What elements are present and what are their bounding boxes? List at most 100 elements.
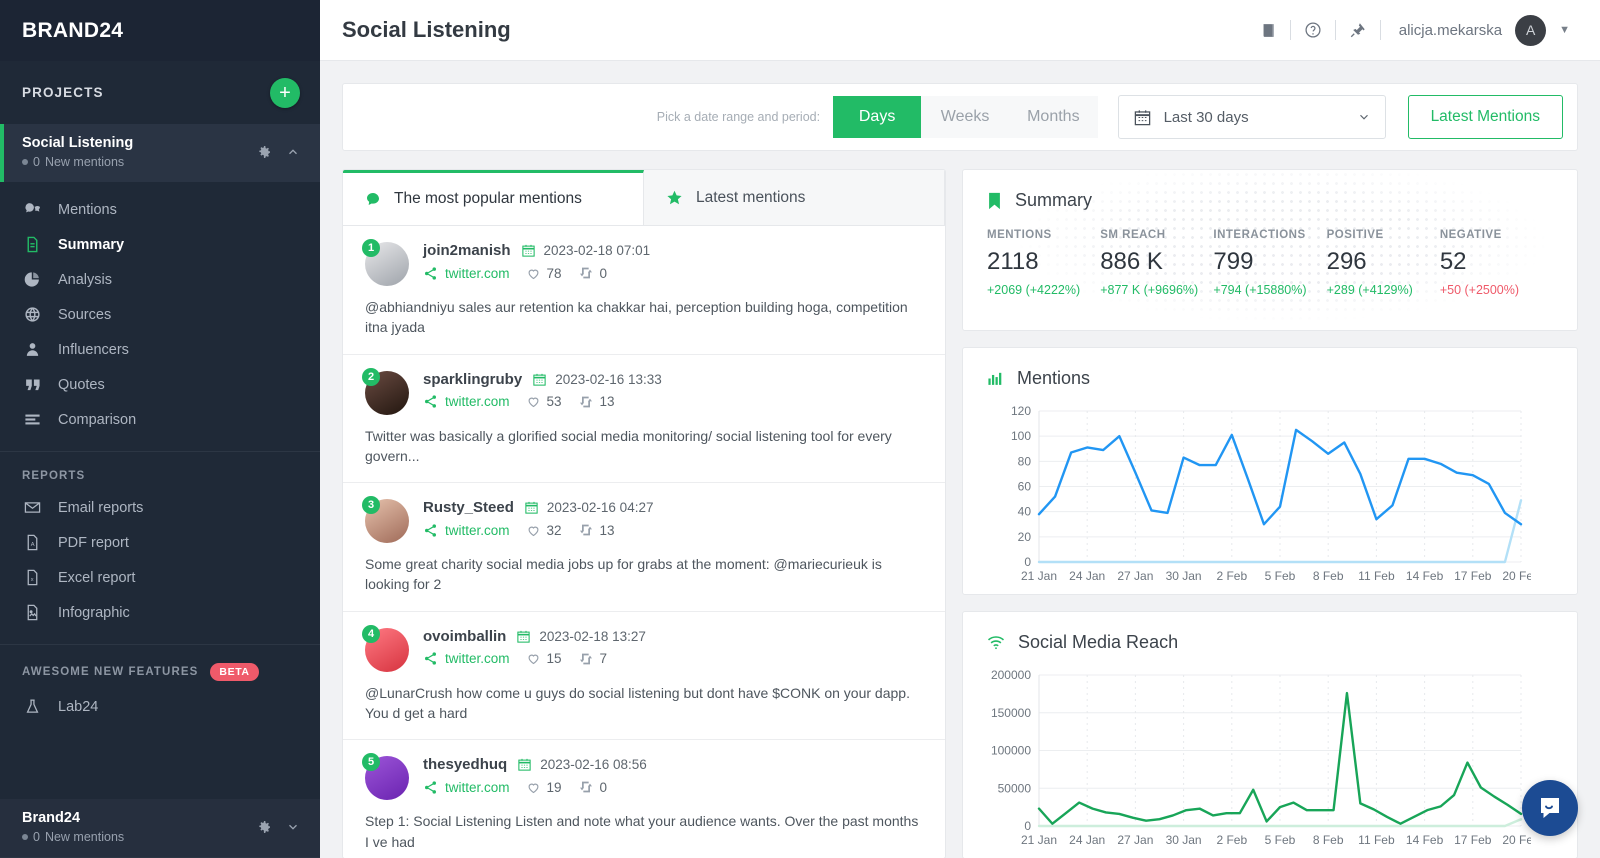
features-title-text: AWESOME NEW FEATURES (22, 666, 198, 678)
mention-author[interactable]: thesyedhuq (423, 756, 507, 773)
flask-icon (22, 698, 42, 715)
mention-likes-count: 19 (547, 780, 562, 795)
share-icon (423, 394, 438, 409)
sidebar-item-email-reports[interactable]: Email reports (0, 490, 320, 525)
period-weeks-button[interactable]: Weeks (921, 96, 1009, 138)
status-dot-icon (22, 834, 28, 840)
add-project-button[interactable]: + (270, 78, 300, 108)
svg-text:20: 20 (1018, 530, 1032, 544)
book-icon[interactable] (1247, 22, 1290, 39)
mention-date: 2023-02-16 08:56 (517, 757, 647, 772)
mention-source[interactable]: twitter.com (423, 651, 510, 666)
excel-file-icon: x (22, 569, 42, 586)
date-range-select[interactable]: Last 30 days (1118, 95, 1386, 139)
help-circle-icon[interactable] (1291, 21, 1335, 39)
date-range-toolbar: Pick a date range and period: Days Weeks… (342, 83, 1578, 151)
svg-text:150000: 150000 (991, 706, 1031, 720)
latest-mentions-button[interactable]: Latest Mentions (1408, 95, 1563, 139)
project-name: Brand24 (22, 810, 256, 826)
metric-label: NEGATIVE (1440, 229, 1553, 241)
mention-likes-count: 32 (547, 523, 562, 538)
mention-item[interactable]: 5 thesyedhuq (343, 740, 945, 858)
mention-item[interactable]: 1 join2manish (343, 226, 945, 355)
sidebar-item-excel-report[interactable]: x Excel report (0, 560, 320, 595)
mention-date: 2023-02-18 13:27 (516, 629, 646, 644)
mention-shares-count: 0 (600, 780, 608, 795)
pie-chart-icon (22, 271, 42, 288)
sidebar-item-lab24[interactable]: Lab24 (0, 689, 320, 724)
svg-text:11 Feb: 11 Feb (1358, 569, 1395, 583)
mention-source-text: twitter.com (445, 266, 510, 281)
metric-label: MENTIONS (987, 229, 1100, 241)
mention-shares: 13 (578, 394, 615, 410)
mention-author[interactable]: ovoimballin (423, 628, 506, 645)
mention-source[interactable]: twitter.com (423, 780, 510, 795)
mention-source[interactable]: twitter.com (423, 266, 510, 281)
mentions-chart[interactable]: 02040608010012021 Jan24 Jan27 Jan30 Jan2… (963, 389, 1577, 588)
plug-icon[interactable] (1336, 21, 1380, 39)
avatar-wrap: 3 (365, 499, 409, 543)
mention-date-text: 2023-02-16 08:56 (540, 757, 647, 772)
avatar[interactable]: A (1515, 15, 1546, 46)
chevron-up-icon[interactable] (286, 145, 300, 159)
sidebar-item-quotes[interactable]: Quotes (0, 367, 320, 402)
svg-text:24 Jan: 24 Jan (1069, 569, 1105, 583)
gear-icon[interactable] (256, 144, 272, 160)
sidebar-item-comparison[interactable]: Comparison (0, 402, 320, 437)
mention-source[interactable]: twitter.com (423, 394, 510, 409)
sidebar-item-pdf-report[interactable]: A PDF report (0, 525, 320, 560)
mention-item[interactable]: 2 sparklingruby (343, 355, 945, 484)
sidebar-item-label: Email reports (58, 500, 143, 516)
mention-author[interactable]: join2manish (423, 242, 511, 259)
sidebar-item-label: Lab24 (58, 699, 98, 715)
reports-title-text: REPORTS (22, 470, 85, 482)
reach-chart[interactable]: 05000010000015000020000021 Jan24 Jan27 J… (963, 653, 1577, 852)
mention-text: @LunarCrush how come u guys do social li… (365, 683, 925, 724)
chevron-down-icon[interactable] (286, 820, 300, 834)
svg-text:60: 60 (1018, 480, 1032, 494)
projects-title: PROJECTS (22, 85, 104, 100)
mention-date-text: 2023-02-16 04:27 (547, 500, 654, 515)
panels-row: The most popular mentions Latest mention… (342, 169, 1578, 858)
chevron-down-icon[interactable]: ▼ (1559, 24, 1570, 36)
svg-text:30 Jan: 30 Jan (1166, 569, 1202, 583)
image-file-icon (22, 604, 42, 621)
mention-source-text: twitter.com (445, 651, 510, 666)
sidebar-item-summary[interactable]: Summary (0, 227, 320, 262)
sidebar-item-mentions[interactable]: Mentions (0, 192, 320, 227)
metric-negative: NEGATIVE 52 +50 (+2500%) (1440, 229, 1553, 297)
comment-icon (365, 191, 381, 207)
mention-author[interactable]: sparklingruby (423, 371, 522, 388)
svg-text:2 Feb: 2 Feb (1216, 833, 1247, 847)
mention-item[interactable]: 3 Rusty_Steed (343, 483, 945, 612)
avatar-wrap: 4 (365, 628, 409, 672)
sidebar-item-sources[interactable]: Sources (0, 297, 320, 332)
mention-author[interactable]: Rusty_Steed (423, 499, 514, 516)
sidebar-item-infographic[interactable]: Infographic (0, 595, 320, 630)
heart-icon (526, 394, 541, 409)
svg-text:120: 120 (1011, 404, 1031, 418)
person-icon (22, 341, 42, 358)
svg-text:21 Jan: 21 Jan (1021, 833, 1057, 847)
tab-label: The most popular mentions (394, 190, 582, 208)
svg-text:200000: 200000 (991, 668, 1031, 682)
mention-source[interactable]: twitter.com (423, 523, 510, 538)
sidebar-item-influencers[interactable]: Influencers (0, 332, 320, 367)
tab-latest-mentions[interactable]: Latest mentions (644, 170, 945, 225)
retweet-icon (578, 522, 594, 538)
period-days-button[interactable]: Days (833, 96, 921, 138)
project-item-brand24[interactable]: Brand24 0 New mentions (0, 799, 320, 857)
metric-delta: +877 K (+9696%) (1100, 283, 1213, 297)
svg-text:x: x (30, 577, 33, 583)
intercom-chat-button[interactable] (1522, 780, 1578, 836)
sidebar-item-analysis[interactable]: Analysis (0, 262, 320, 297)
mention-item[interactable]: 4 ovoimballin (343, 612, 945, 741)
metric-delta: +50 (+2500%) (1440, 283, 1553, 297)
mention-shares-count: 0 (600, 266, 608, 281)
content-area: Pick a date range and period: Days Weeks… (320, 61, 1600, 858)
gear-icon[interactable] (256, 819, 272, 835)
period-months-button[interactable]: Months (1009, 96, 1097, 138)
tab-most-popular-mentions[interactable]: The most popular mentions (343, 170, 644, 225)
project-item-social-listening[interactable]: Social Listening 0 New mentions (0, 124, 320, 182)
sidebar-item-label: Quotes (58, 377, 105, 393)
